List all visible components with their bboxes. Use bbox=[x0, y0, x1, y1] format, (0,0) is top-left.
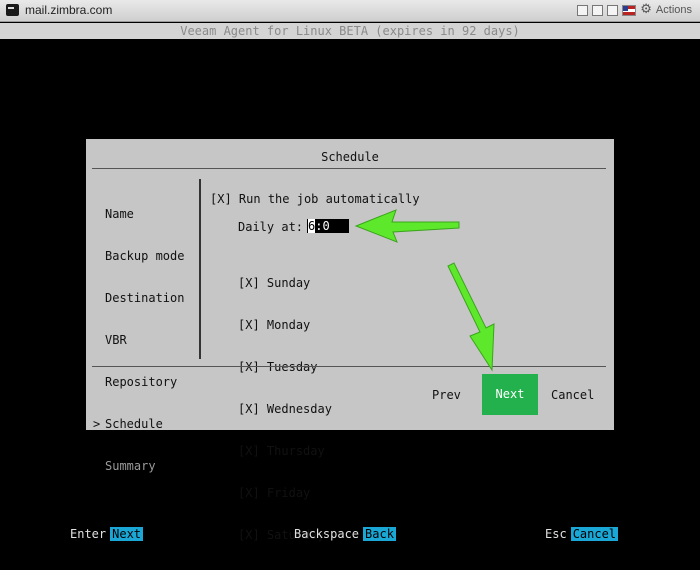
arrow-icon bbox=[354, 209, 460, 243]
arrow-icon bbox=[447, 262, 495, 372]
annotation-arrows bbox=[354, 209, 495, 372]
